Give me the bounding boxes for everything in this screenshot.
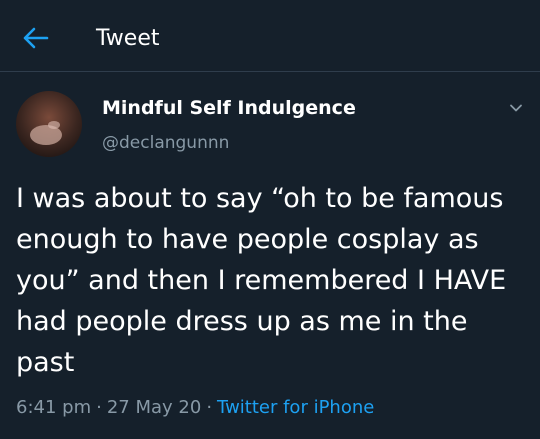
page-title: Tweet [96, 26, 160, 51]
tweet-source-link[interactable]: Twitter for iPhone [217, 397, 374, 418]
tweet-metadata: 6:41 pm · 27 May 20 · Twitter for iPhone [16, 396, 374, 420]
display-name[interactable]: Mindful Self Indulgence [102, 96, 356, 120]
back-arrow-icon [23, 27, 49, 49]
tweet-text: I was about to say “oh to be famous enou… [16, 183, 507, 378]
tweet-screen: Tweet Mindful Self Indulgence @declangun… [0, 0, 540, 439]
avatar[interactable] [16, 91, 82, 157]
user-handle[interactable]: @declangunnn [102, 132, 229, 154]
separator-dot: · [206, 397, 213, 418]
top-bar: Tweet [0, 0, 540, 72]
tweet-time: 6:41 pm [16, 397, 92, 418]
more-options-button[interactable] [508, 100, 524, 116]
tweet-date: 27 May 20 [106, 397, 202, 418]
chevron-down-icon [510, 104, 522, 112]
separator-dot: · [96, 397, 102, 418]
back-button[interactable] [22, 26, 50, 50]
